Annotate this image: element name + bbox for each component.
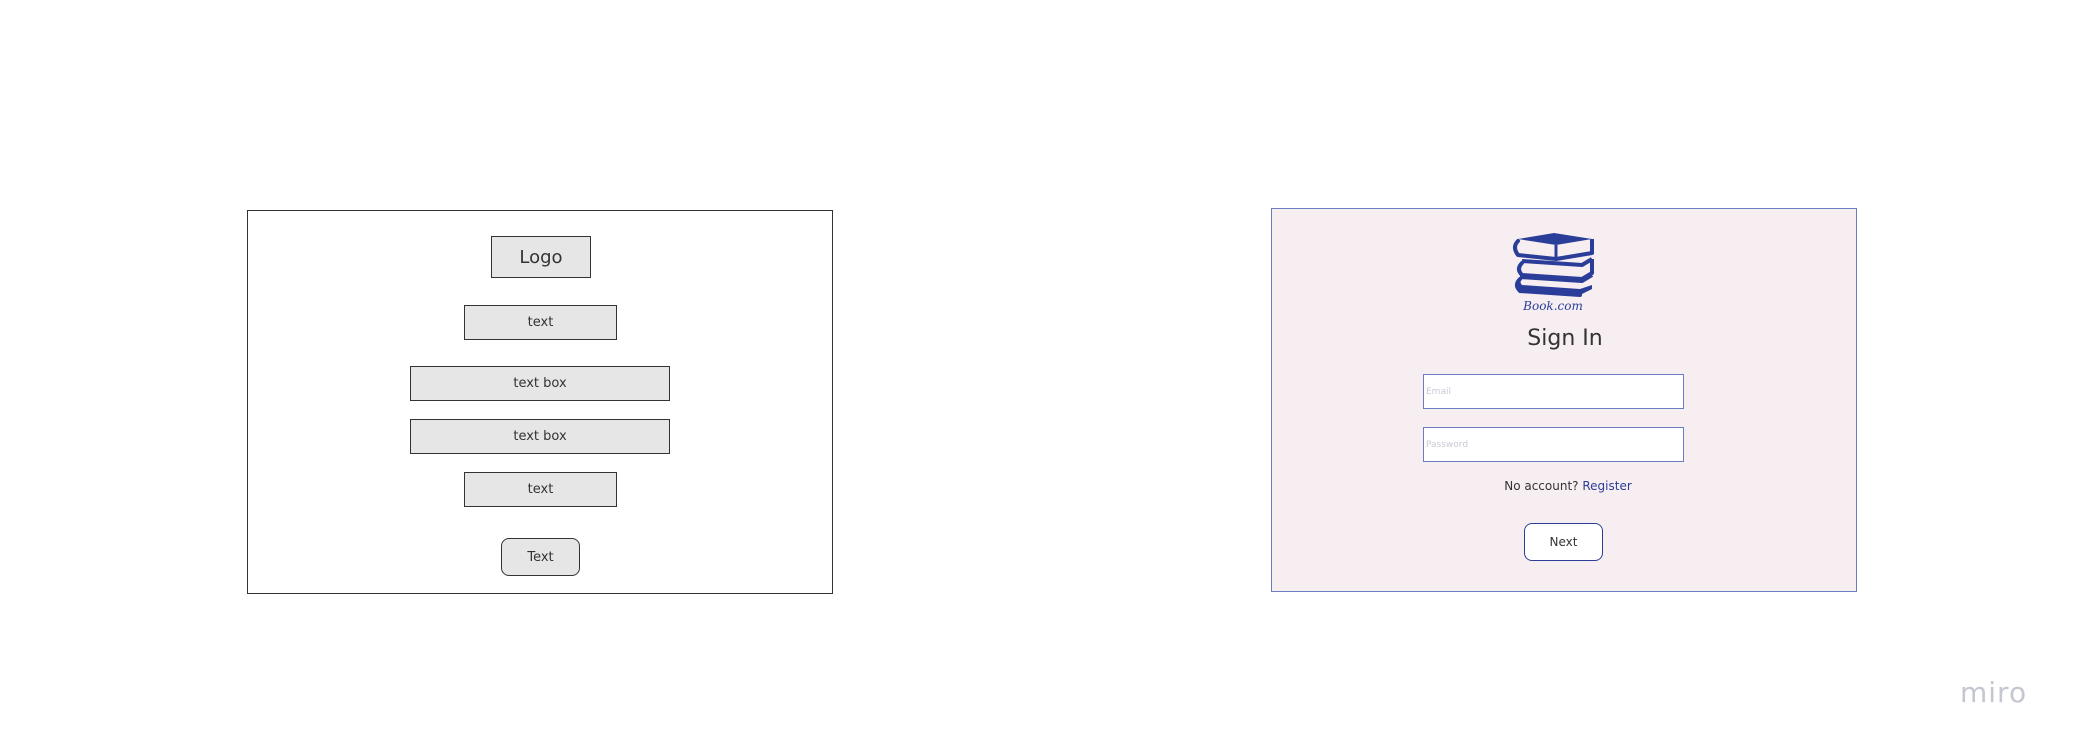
whiteboard-canvas: Logo text text box text box text Text Bo… bbox=[0, 0, 2075, 752]
wireframe-text-bottom: text bbox=[464, 472, 617, 507]
brand-name: Book.com bbox=[1523, 299, 1583, 313]
page-title: Sign In bbox=[1527, 326, 1603, 351]
register-link[interactable]: Register bbox=[1582, 479, 1631, 493]
books-stack-icon bbox=[1510, 229, 1596, 301]
next-button[interactable]: Next bbox=[1524, 523, 1603, 561]
signin-mockup-frame: Book.com Sign In No account? Register Ne… bbox=[1271, 208, 1857, 592]
register-prompt: No account? Register bbox=[1423, 479, 1713, 493]
miro-watermark: miro bbox=[1960, 676, 2028, 709]
email-field[interactable] bbox=[1423, 374, 1684, 409]
wireframe-text-top: text bbox=[464, 305, 617, 340]
wireframe-text-box-2: text box bbox=[410, 419, 670, 454]
wireframe-text-box-1: text box bbox=[410, 366, 670, 401]
wireframe-frame: Logo text text box text box text Text bbox=[247, 210, 833, 594]
password-field[interactable] bbox=[1423, 427, 1684, 462]
wireframe-button: Text bbox=[501, 538, 580, 576]
no-account-text: No account? bbox=[1504, 479, 1579, 493]
wireframe-logo: Logo bbox=[491, 236, 591, 278]
